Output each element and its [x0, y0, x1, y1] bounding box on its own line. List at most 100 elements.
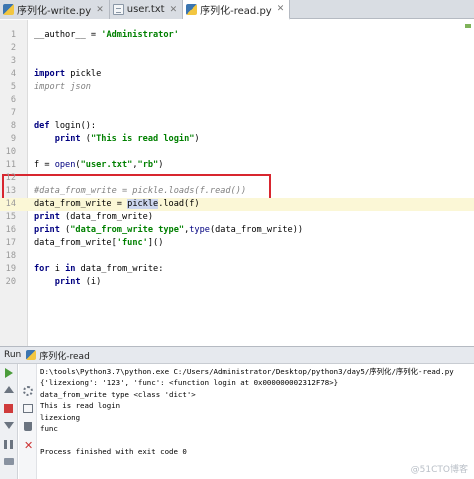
line-number: 10 [5, 147, 16, 157]
line-number: 3 [10, 56, 16, 66]
code-line[interactable]: 2 [0, 42, 474, 55]
code-line[interactable]: 1 __author__ = 'Administrator' [0, 29, 474, 42]
tab-label: 序列化-write.py [17, 6, 92, 17]
line-number: 7 [10, 108, 16, 118]
console-line: This is read login [40, 401, 121, 411]
code-token: .load(f) [158, 199, 200, 209]
trash-icon[interactable] [24, 422, 32, 431]
code-token: login(): [49, 121, 97, 131]
code-token: print [34, 225, 60, 235]
code-text: print ("data_from_write type",type(data_… [34, 224, 303, 237]
tab-write-py[interactable]: 序列化-write.py ✕ [0, 0, 110, 19]
code-token: data_from_write: [75, 264, 164, 274]
code-token: for [34, 264, 50, 274]
code-line[interactable]: 5 import json [0, 81, 474, 94]
watermark: @51CTO博客 [410, 465, 468, 475]
close-icon[interactable]: ✕ [170, 5, 178, 15]
code-token: (data_from_write)) [209, 225, 304, 235]
code-line[interactable]: 14 data_from_write = pickle.load(f) [0, 198, 474, 211]
code-text: print (data_from_write) [34, 211, 153, 224]
arrow-up-icon[interactable] [4, 386, 14, 393]
code-line[interactable]: 6 [0, 94, 474, 107]
code-line[interactable]: 4 import pickle [0, 68, 474, 81]
code-token: data_from_write[ [34, 238, 117, 248]
settings-icon[interactable] [23, 386, 33, 396]
console-line: Process finished with exit code 0 [40, 446, 187, 456]
line-number: 1 [10, 30, 16, 40]
code-line[interactable]: 13 #data_from_write = pickle.loads(f.read… [0, 185, 474, 198]
code-token: 'func' [116, 238, 148, 248]
code-token: ]() [147, 238, 164, 248]
run-toolbar-secondary: ✕ [19, 364, 37, 479]
close-icon[interactable]: ✕ [96, 5, 104, 15]
print-icon[interactable] [4, 458, 14, 465]
code-token: "rb" [137, 160, 159, 170]
code-line[interactable]: 18 [0, 250, 474, 263]
run-console-output[interactable]: D:\tools\Python3.7\python.exe C:/Users/A… [40, 366, 470, 476]
run-tool-header: Run 序列化-read [0, 346, 474, 364]
code-token: import [34, 69, 66, 79]
code-line[interactable]: 10 [0, 146, 474, 159]
code-token: ( [80, 134, 91, 144]
code-token: "This is read login" [90, 134, 195, 144]
line-number: 5 [10, 82, 16, 92]
line-number: 9 [10, 134, 16, 144]
tab-user-txt[interactable]: user.txt ✕ [109, 0, 184, 19]
arrow-down-icon[interactable] [4, 422, 14, 429]
line-number: 2 [10, 43, 16, 53]
console-line: data_from_write type <class 'dict'> [40, 389, 196, 399]
tab-label: user.txt [126, 4, 165, 15]
code-token: print [54, 277, 81, 287]
line-number: 20 [5, 277, 16, 287]
run-label: Run [4, 350, 22, 360]
console-line: D:\tools\Python3.7\python.exe C:/Users/A… [40, 367, 454, 376]
close-icon[interactable]: ✕ [24, 440, 36, 452]
code-line[interactable]: 17 data_from_write['func']() [0, 237, 474, 250]
line-number: 12 [5, 173, 16, 183]
code-text: for i in data_from_write: [34, 263, 163, 276]
code-token: (i) [80, 277, 102, 287]
line-number: 11 [5, 160, 16, 170]
line-number: 4 [10, 69, 16, 79]
code-token: i [49, 264, 66, 274]
code-token: type [189, 225, 210, 235]
code-token: #data_from_write = pickle.loads(f.read()… [34, 186, 247, 196]
code-text: data_from_write['func']() [34, 237, 163, 250]
code-token: pickle [65, 69, 102, 79]
pause-icon[interactable] [4, 440, 13, 449]
code-line[interactable]: 16 print ("data_from_write type",type(dat… [0, 224, 474, 237]
tab-read-py[interactable]: 序列化-read.py ✕ [183, 0, 291, 20]
code-token: (data_from_write) [59, 212, 154, 222]
run-config-name[interactable]: 序列化-read [39, 349, 90, 362]
code-line[interactable]: 3 [0, 55, 474, 68]
code-token: def [34, 121, 50, 131]
code-text: f = open("user.txt","rb") [34, 159, 163, 172]
code-text: print ("This is read login") [34, 133, 200, 146]
code-text: import json [34, 81, 91, 94]
code-token: in [65, 264, 76, 274]
code-text: __author__ = 'Administrator' [34, 29, 179, 42]
tab-label: 序列化-read.py [200, 5, 272, 17]
code-line[interactable]: 19 for i in data_from_write: [0, 263, 474, 276]
console-line: lizexiong [40, 412, 81, 422]
code-token: data_from_write = [34, 199, 128, 209]
code-line[interactable]: 9 print ("This is read login") [0, 133, 474, 146]
code-token: import json [34, 82, 91, 92]
python-file-icon [186, 3, 198, 15]
line-number: 19 [5, 264, 16, 274]
line-number: 8 [10, 121, 16, 131]
code-line[interactable]: 20 print (i) [0, 276, 474, 289]
stop-icon[interactable] [4, 404, 13, 413]
python-file-icon [3, 4, 14, 15]
code-line[interactable]: 15 print (data_from_write) [0, 211, 474, 224]
rerun-icon[interactable] [5, 368, 13, 378]
code-line[interactable]: 8 def login(): [0, 120, 474, 133]
code-token: ) [194, 134, 200, 144]
code-token: "data_from_write type" [70, 225, 185, 235]
close-icon[interactable]: ✕ [277, 4, 285, 14]
code-line[interactable]: 11 f = open("user.txt","rb") [0, 159, 474, 172]
code-line[interactable]: 12 [0, 172, 474, 185]
soft-wrap-icon[interactable] [23, 404, 33, 413]
code-line[interactable]: 7 [0, 107, 474, 120]
code-editor[interactable]: 1 __author__ = 'Administrator' 2 3 4 import p… [0, 20, 474, 346]
